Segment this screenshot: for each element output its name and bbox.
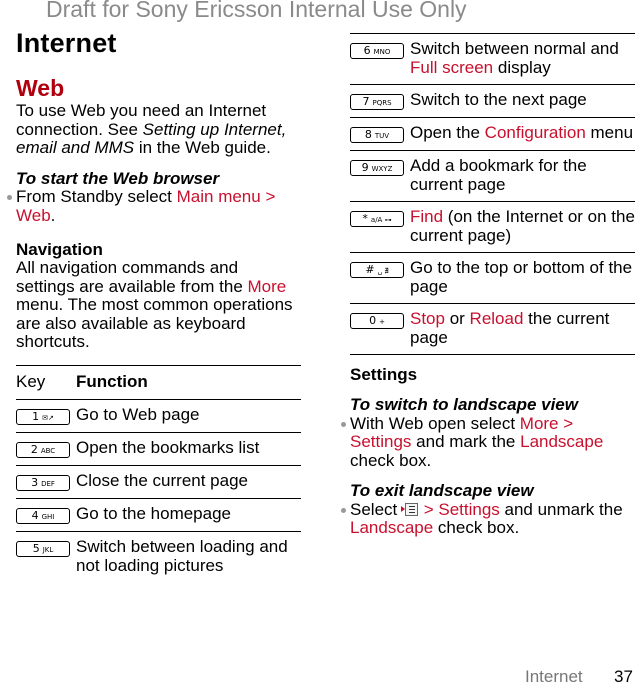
column-header-function: Function: [76, 364, 301, 400]
menu-find: Find: [410, 207, 444, 226]
key-1-icon: 1 ✉↗: [16, 409, 70, 425]
function-cell: Go to the top or bottom of the page: [410, 252, 635, 304]
key-star-icon: * a/A ⊶: [350, 211, 404, 227]
navigation-text-2: menu. The most common operations are als…: [16, 295, 293, 351]
menu-reload: Reload: [469, 309, 524, 328]
menu-full-screen: Full screen: [410, 57, 494, 77]
key-0-icon: 0 +: [350, 313, 404, 329]
function-cell: Go to Web page: [76, 399, 301, 433]
page-title: Internet: [16, 28, 117, 58]
table-header: Key Function: [16, 364, 301, 400]
settings-heading: Settings: [350, 365, 418, 384]
key-hash-icon: # ␣ ∄: [350, 262, 404, 278]
footer-section-name: Internet: [525, 667, 583, 686]
menu-landscape: Landscape: [520, 432, 604, 451]
step-suffix: .: [50, 205, 56, 225]
bullet-icon: [341, 421, 346, 427]
table-row: # ␣ ∄ Go to the top or bottom of the page: [350, 252, 635, 304]
table-row: 9 WXYZ Add a bookmark for the current pag…: [350, 150, 635, 202]
table-row: 1 ✉↗ Go to Web page: [16, 399, 301, 433]
table-row: 4 GHI Go to the homepage: [16, 498, 301, 532]
bullet-icon: [341, 507, 346, 513]
menu-landscape: Landscape: [350, 518, 434, 537]
function-cell: Switch between loading and not loading p…: [76, 537, 288, 575]
key-9-icon: 9 WXYZ: [350, 160, 404, 176]
table-row: 6 MNO Switch between normal and Full scre…: [350, 33, 635, 85]
menu-configuration: Configuration: [484, 123, 586, 142]
landscape-on-step: With Web open select More > Settings and…: [341, 414, 635, 471]
menu-icon: [400, 502, 418, 516]
landscape-off-heading: To exit landscape view: [350, 481, 534, 500]
key-5-icon: 5 JKL: [16, 541, 70, 557]
table-row: 3 DEF Close the current page: [16, 465, 301, 499]
column-header-key: Key: [16, 364, 76, 400]
function-cell: Add a bookmark for the current page: [410, 150, 635, 202]
navigation-text-1: All navigation commands and settings are…: [16, 258, 248, 296]
key-6-icon: 6 MNO: [350, 43, 404, 59]
section-title: Web: [16, 75, 65, 101]
step-text: From Standby select: [16, 187, 177, 206]
key-4-icon: 4 GHI: [16, 508, 70, 524]
start-browser-step: From Standby select Main menu > Web.: [7, 187, 301, 225]
function-cell: Switch to the next page: [410, 84, 635, 118]
function-cell: Stop or Reload the current page: [410, 303, 635, 355]
right-column: 6 MNO Switch between normal and Full scre…: [341, 33, 635, 538]
key-7-icon: 7 PQRS: [350, 94, 404, 110]
landscape-on-heading: To switch to landscape view: [350, 395, 578, 414]
menu-stop: Stop: [410, 309, 445, 328]
function-cell: Open the Configuration menu: [410, 117, 635, 151]
draft-watermark: Draft for Sony Ericsson Internal Use Onl…: [46, 0, 467, 22]
key-3-icon: 3 DEF: [16, 475, 70, 491]
key-2-icon: 2 ABC: [16, 442, 70, 458]
key-8-icon: 8 TUV: [350, 127, 404, 143]
menu-path-settings: > Settings: [418, 499, 500, 519]
table-row: 5 JKL Switch between loading and not load…: [16, 532, 301, 583]
page-number: 37: [614, 667, 633, 686]
menu-more: More: [247, 276, 287, 296]
navigation-heading: Navigation: [16, 240, 103, 259]
table-row: 0 + Stop or Reload the current page: [350, 303, 635, 355]
function-cell: Open the bookmarks list: [76, 432, 301, 466]
shortcut-table-right: 6 MNO Switch between normal and Full scre…: [350, 33, 635, 355]
left-column: Internet Web To use Web you need an Inte…: [7, 26, 301, 583]
intro-paragraph: To use Web you need an Internet connecti…: [16, 101, 301, 158]
table-row: 7 PQRS Switch to the next page: [350, 84, 635, 118]
navigation-paragraph: All navigation commands and settings are…: [16, 258, 301, 352]
landscape-off-step: Select > Settings and unmark the Landsca…: [341, 499, 635, 538]
bullet-icon: [7, 195, 12, 200]
table-row: * a/A ⊶ Find (on the Internet or on the c…: [350, 201, 635, 253]
table-row: 2 ABC Open the bookmarks list: [16, 432, 301, 466]
intro-text-2: in the Web guide.: [134, 138, 271, 157]
table-row: 8 TUV Open the Configuration menu: [350, 117, 635, 151]
start-browser-heading: To start the Web browser: [16, 168, 220, 188]
function-cell: Switch between normal and Full screen di…: [410, 33, 635, 85]
function-cell: Find (on the Internet or on the current …: [410, 201, 635, 253]
shortcut-table-left: Key Function 1 ✉↗ Go to Web page 2 ABC Ope…: [16, 364, 301, 583]
function-cell: Close the current page: [76, 465, 301, 499]
function-cell: Go to the homepage: [76, 498, 301, 532]
